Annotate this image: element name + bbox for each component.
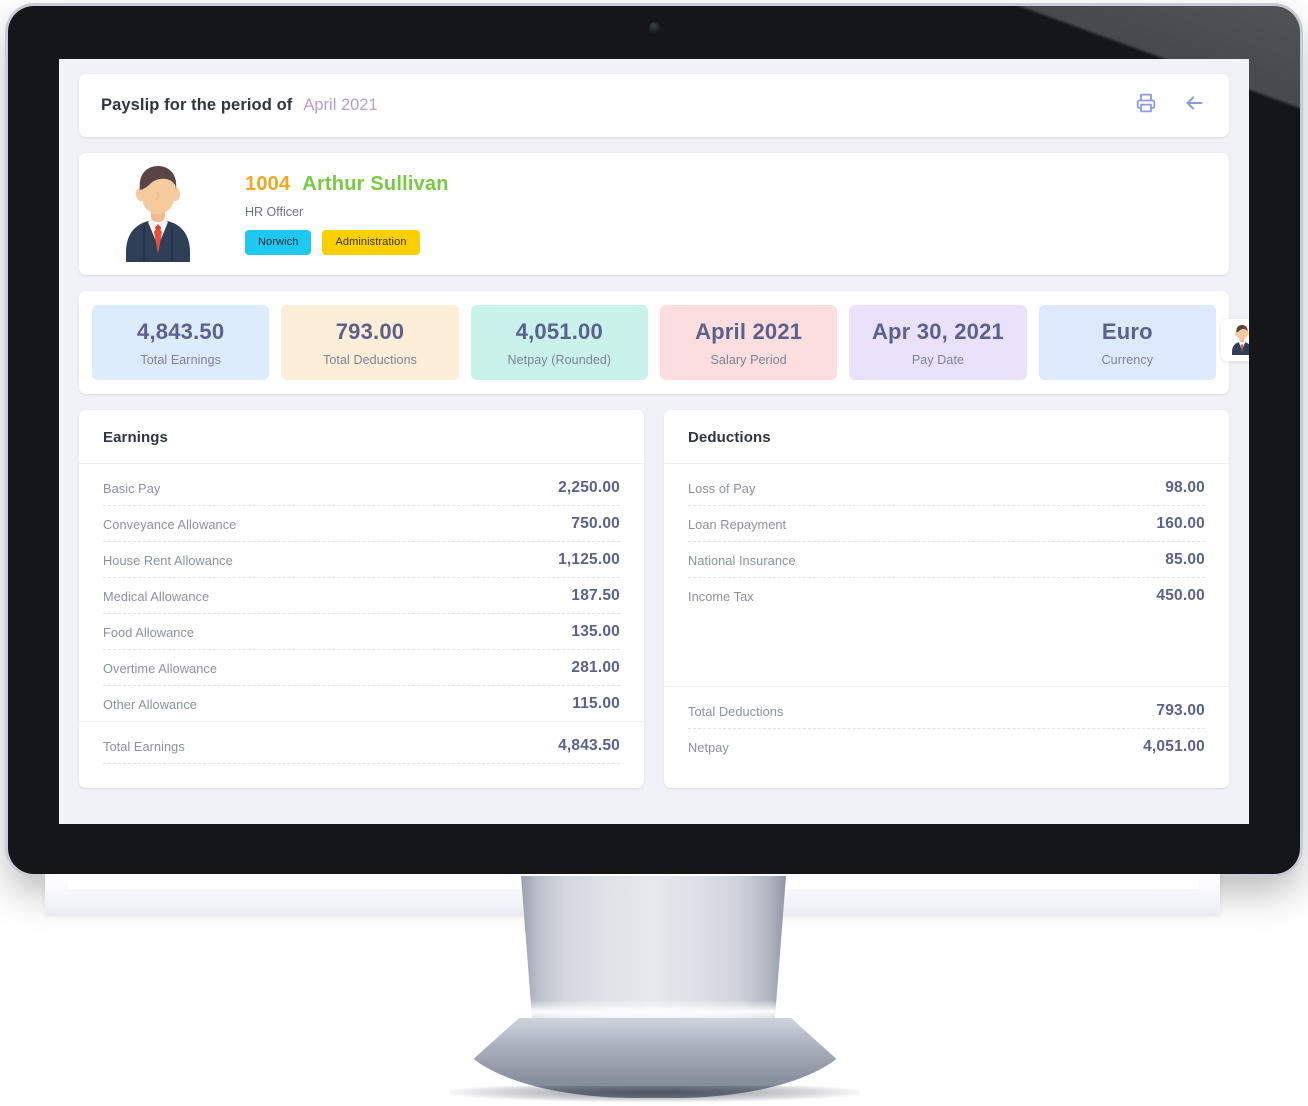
- employee-id: 1004: [245, 173, 291, 195]
- table-row: National Insurance 85.00: [688, 542, 1205, 578]
- row-value: 135.00: [571, 623, 620, 640]
- deductions-table: Deductions Loss of Pay 98.00 Loan Repaym…: [664, 410, 1229, 788]
- employee-name: Arthur Sullivan: [302, 173, 449, 195]
- row-label: Total Earnings: [103, 738, 185, 754]
- stat-value: Euro: [1101, 319, 1153, 344]
- deductions-rows: Loss of Pay 98.00 Loan Repayment 160.00 …: [664, 464, 1229, 613]
- stat-card-pay-date: Apr 30, 2021 Pay Date: [849, 305, 1027, 380]
- employee-name-row: 1004 Arthur Sullivan: [245, 173, 449, 196]
- print-button[interactable]: [1133, 93, 1159, 119]
- webcam-icon: [649, 22, 660, 33]
- avatar: [103, 166, 213, 262]
- table-row: Overtime Allowance 281.00: [103, 650, 620, 686]
- table-row: Income Tax 450.00: [688, 578, 1205, 613]
- row-value: 85.00: [1165, 551, 1205, 568]
- header-actions: [1133, 93, 1207, 119]
- employee-info: 1004 Arthur Sullivan HR Officer Norwich …: [245, 173, 449, 255]
- deductions-totals: Total Deductions 793.00 Netpay 4,051.00: [664, 686, 1229, 788]
- employee-avatar-icon: [126, 166, 190, 262]
- row-label: Total Deductions: [688, 703, 784, 719]
- screen-viewport: Payslip for the period of April 2021 100…: [59, 59, 1249, 824]
- table-row: Loss of Pay 98.00: [688, 470, 1205, 506]
- earnings-totals: Total Earnings 4,843.50: [79, 721, 644, 788]
- stat-label: Pay Date: [911, 353, 965, 367]
- row-label: Income Tax: [688, 588, 754, 604]
- row-value: 450.00: [1156, 587, 1205, 604]
- row-label: Loss of Pay: [688, 480, 756, 496]
- employee-tags: Norwich Administration: [245, 230, 449, 255]
- row-value: 281.00: [571, 659, 620, 676]
- table-row: Medical Allowance 187.50: [103, 578, 620, 614]
- row-value: 160.00: [1156, 515, 1205, 532]
- table-total-row: Netpay 4,051.00: [688, 729, 1205, 764]
- row-value: 4,051.00: [1143, 738, 1205, 755]
- employee-role: HR Officer: [245, 205, 304, 219]
- row-label: Overtime Allowance: [103, 660, 217, 676]
- stat-value: 4,051.00: [515, 319, 603, 344]
- employee-card: 1004 Arthur Sullivan HR Officer Norwich …: [79, 153, 1229, 275]
- earnings-rows: Basic Pay 2,250.00 Conveyance Allowance …: [79, 464, 644, 721]
- stat-value: 4,843.50: [137, 319, 225, 344]
- stat-label: Total Earnings: [140, 353, 221, 367]
- deductions-title: Deductions: [664, 410, 1229, 464]
- row-value: 187.50: [571, 587, 620, 604]
- stat-card-salary-period: April 2021 Salary Period: [659, 305, 838, 380]
- row-label: Food Allowance: [103, 624, 195, 640]
- row-label: Basic Pay: [103, 480, 161, 496]
- table-total-row: Total Deductions 793.00: [688, 693, 1205, 729]
- table-row: Conveyance Allowance 750.00: [103, 506, 620, 542]
- earnings-table: Earnings Basic Pay 2,250.00 Conveyance A…: [79, 410, 644, 788]
- row-label: House Rent Allowance: [103, 552, 233, 568]
- row-label: Netpay: [688, 739, 729, 755]
- earnings-title: Earnings: [79, 410, 644, 464]
- payslip-header: Payslip for the period of April 2021: [79, 74, 1229, 137]
- row-value: 98.00: [1165, 479, 1205, 496]
- avatar-thumbnail[interactable]: [1221, 319, 1249, 361]
- table-total-row: Total Earnings 4,843.50: [103, 728, 620, 764]
- monitor-frame: Payslip for the period of April 2021 100…: [8, 6, 1300, 874]
- back-button[interactable]: [1181, 93, 1207, 119]
- stat-value: Apr 30, 2021: [871, 319, 1004, 344]
- payslip-tables: Earnings Basic Pay 2,250.00 Conveyance A…: [79, 410, 1229, 788]
- summary-stats: 4,843.50 Total Earnings 793.00 Total Ded…: [79, 291, 1249, 394]
- stat-card-total-earnings: 4,843.50 Total Earnings: [92, 305, 270, 380]
- row-label: Medical Allowance: [103, 588, 210, 604]
- page-title: Payslip for the period of: [101, 96, 293, 114]
- back-arrow-icon: [1183, 92, 1205, 119]
- row-value: 750.00: [571, 515, 620, 532]
- stat-label: Currency: [1101, 353, 1154, 367]
- row-label: Loan Repayment: [688, 516, 787, 532]
- screenshot-stage: Payslip for the period of April 2021 100…: [0, 0, 1308, 1106]
- table-row: Food Allowance 135.00: [103, 614, 620, 650]
- employee-avatar-thumbnail-icon: [1232, 325, 1249, 355]
- stat-value: April 2021: [695, 319, 803, 344]
- row-label: Conveyance Allowance: [103, 516, 237, 532]
- stat-card-currency: Euro Currency: [1038, 305, 1216, 380]
- table-row: House Rent Allowance 1,125.00: [103, 542, 620, 578]
- printer-icon: [1136, 93, 1156, 118]
- stat-label: Salary Period: [710, 353, 787, 367]
- row-value: 115.00: [572, 695, 620, 712]
- payslip-period: April 2021: [303, 96, 378, 114]
- row-value: 4,843.50: [558, 737, 620, 754]
- employee-department-tag: Administration: [322, 230, 420, 255]
- row-label: Other Allowance: [103, 696, 197, 712]
- employee-location-tag: Norwich: [245, 230, 312, 255]
- row-label: National Insurance: [688, 552, 796, 568]
- row-value: 1,125.00: [558, 551, 620, 568]
- stat-value: 793.00: [335, 319, 405, 344]
- stat-card-netpay-rounded: 4,051.00 Netpay (Rounded): [470, 305, 648, 380]
- monitor-stand-shadow: [450, 1086, 860, 1102]
- row-value: 2,250.00: [558, 479, 620, 496]
- table-row: Loan Repayment 160.00: [688, 506, 1205, 542]
- stat-label: Total Deductions: [322, 353, 417, 367]
- page-content: Payslip for the period of April 2021 100…: [59, 59, 1249, 788]
- table-row: Basic Pay 2,250.00: [103, 470, 620, 506]
- stat-label: Netpay (Rounded): [507, 353, 612, 367]
- row-value: 793.00: [1156, 702, 1205, 719]
- table-row: Other Allowance 115.00: [103, 686, 620, 721]
- stat-card-total-deductions: 793.00 Total Deductions: [281, 305, 459, 380]
